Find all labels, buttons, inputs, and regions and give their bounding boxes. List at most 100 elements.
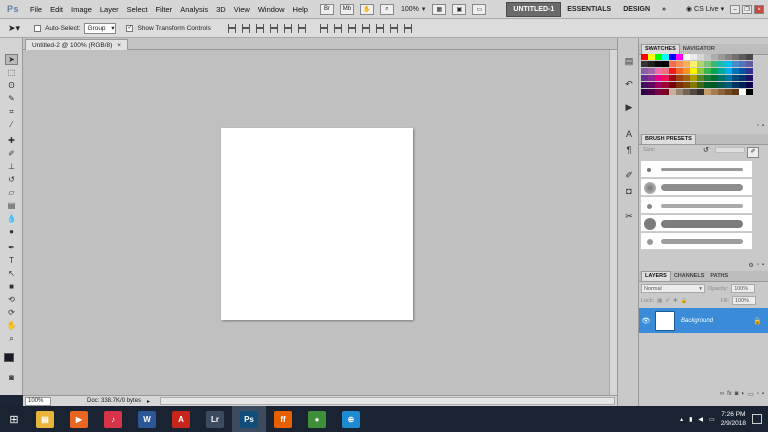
vertical-scrollbar[interactable] [609, 50, 617, 395]
color-swatch[interactable] [683, 75, 690, 81]
color-swatch[interactable] [641, 54, 648, 60]
color-swatch[interactable] [669, 61, 676, 67]
document-tab[interactable]: Untitled-2 @ 100% (RGB/8) × [25, 39, 129, 50]
new-brush-icon[interactable]: ▫ [757, 262, 759, 271]
align-top-icon[interactable] [227, 23, 236, 33]
taskbar-file-explorer[interactable]: ▤ [28, 406, 62, 432]
color-swatch[interactable] [655, 75, 662, 81]
color-swatch[interactable] [711, 75, 718, 81]
color-swatch[interactable] [683, 61, 690, 67]
actions-panel-icon[interactable]: ▶ [623, 101, 635, 113]
color-swatch[interactable] [718, 54, 725, 60]
eraser-tool-icon[interactable]: ▱ [5, 187, 18, 198]
color-swatch[interactable] [732, 54, 739, 60]
paragraph-panel-icon[interactable]: ¶ [623, 144, 635, 156]
workspace-active-button[interactable]: UNTITLED-1 [506, 1, 562, 17]
menu-edit[interactable]: Edit [46, 5, 67, 14]
color-swatch[interactable] [725, 75, 732, 81]
color-swatch[interactable] [725, 68, 732, 74]
pen-tool-icon[interactable]: ✒ [5, 242, 18, 253]
tab-brush-presets[interactable]: BRUSH PRESETS [641, 134, 696, 144]
marquee-tool-icon[interactable]: ⬚ [5, 67, 18, 78]
color-swatch[interactable] [718, 89, 725, 95]
tab-layers[interactable]: LAYERS [641, 271, 671, 281]
path-selection-tool-icon[interactable]: ↖ [5, 268, 18, 279]
status-menu-arrow-icon[interactable]: ▸ [147, 398, 150, 405]
color-swatch[interactable] [690, 75, 697, 81]
distribute-horizontal-icon[interactable] [375, 23, 384, 33]
color-swatch[interactable] [711, 54, 718, 60]
clone-source-panel-icon[interactable]: ◘ [623, 185, 635, 197]
menu-file[interactable]: File [26, 5, 46, 14]
eyedropper-tool-icon[interactable]: ⁄ [5, 119, 18, 130]
menu-help[interactable]: Help [289, 5, 312, 14]
color-swatch[interactable] [683, 89, 690, 95]
color-swatch[interactable] [676, 61, 683, 67]
tool-presets-panel-icon[interactable]: ✂ [623, 210, 635, 222]
color-swatch[interactable] [732, 75, 739, 81]
canvas-workspace[interactable] [23, 50, 609, 395]
speaker-icon[interactable]: ◀ [698, 416, 703, 423]
brush-size-field[interactable] [715, 147, 745, 153]
taskbar-hp-app[interactable]: ⊕ [334, 406, 368, 432]
color-swatch[interactable] [662, 68, 669, 74]
lock-transparent-icon[interactable]: ▦ [657, 298, 662, 304]
taskbar-media-player[interactable]: ▶ [62, 406, 96, 432]
color-swatch[interactable] [711, 89, 718, 95]
color-swatch[interactable] [739, 61, 746, 67]
menu-filter[interactable]: Filter [152, 5, 177, 14]
tab-paths[interactable]: PATHS [707, 272, 731, 281]
color-swatch[interactable] [669, 82, 676, 88]
adjustment-layer-icon[interactable]: ◐ [741, 391, 745, 400]
menu-3d[interactable]: 3D [212, 5, 230, 14]
show-hidden-icons-icon[interactable]: ▴ [680, 416, 683, 423]
color-swatch[interactable] [648, 61, 655, 67]
align-bottom-icon[interactable] [255, 23, 264, 33]
color-swatch[interactable] [669, 89, 676, 95]
color-swatch[interactable] [746, 75, 753, 81]
history-brush-tool-icon[interactable]: ↺ [5, 174, 18, 185]
color-swatch[interactable] [655, 54, 662, 60]
color-swatch[interactable] [704, 68, 711, 74]
mini-bridge-panel-icon[interactable]: ▤ [623, 55, 635, 67]
menu-image[interactable]: Image [67, 5, 96, 14]
new-swatch-icon[interactable]: ▫ [757, 123, 759, 132]
zoom-tool-icon[interactable]: ⌕ [379, 3, 394, 15]
color-swatch[interactable] [711, 61, 718, 67]
taskbar-acrobat-app[interactable]: A [164, 406, 198, 432]
color-swatch[interactable] [739, 75, 746, 81]
restore-icon[interactable]: ❐ [742, 4, 753, 14]
color-swatch[interactable] [648, 75, 655, 81]
screen-mode-icon[interactable]: ▭ [472, 3, 487, 15]
taskbar-word-app[interactable]: W [130, 406, 164, 432]
brush-tool-icon[interactable]: ✐ [5, 148, 18, 159]
layer-style-icon[interactable]: fx [727, 391, 732, 400]
distribute-top-icon[interactable] [319, 23, 328, 33]
toggle-brush-preview-icon[interactable]: ⚙ [748, 262, 753, 271]
color-swatch[interactable] [662, 75, 669, 81]
color-swatch[interactable] [718, 68, 725, 74]
new-layer-icon[interactable]: ▫ [757, 391, 759, 400]
distribute-right-icon[interactable] [389, 23, 398, 33]
color-swatch[interactable] [718, 61, 725, 67]
lock-all-icon[interactable]: 🔒 [681, 298, 688, 304]
color-swatch[interactable] [697, 82, 704, 88]
color-swatch[interactable] [648, 54, 655, 60]
color-swatch[interactable] [669, 54, 676, 60]
color-swatch[interactable] [655, 68, 662, 74]
history-panel-icon[interactable]: ↶ [623, 78, 635, 90]
auto-select-checkbox[interactable] [34, 24, 42, 32]
color-swatch[interactable] [648, 89, 655, 95]
taskbar-photoshop-app[interactable]: Ps [232, 406, 266, 432]
workspace-more-button[interactable]: » [656, 3, 672, 16]
document-canvas[interactable] [221, 128, 413, 320]
blur-tool-icon[interactable]: 💧 [5, 213, 18, 224]
color-swatch[interactable] [690, 54, 697, 60]
tab-swatches[interactable]: SWATCHES [641, 44, 680, 54]
brush-panel-toggle-icon[interactable]: ✐ [747, 147, 759, 158]
auto-align-layers-icon[interactable] [403, 23, 412, 33]
taskbar-chrome-app[interactable]: ● [300, 406, 334, 432]
color-swatch[interactable] [746, 89, 753, 95]
color-swatch[interactable] [683, 68, 690, 74]
color-swatch[interactable] [690, 61, 697, 67]
